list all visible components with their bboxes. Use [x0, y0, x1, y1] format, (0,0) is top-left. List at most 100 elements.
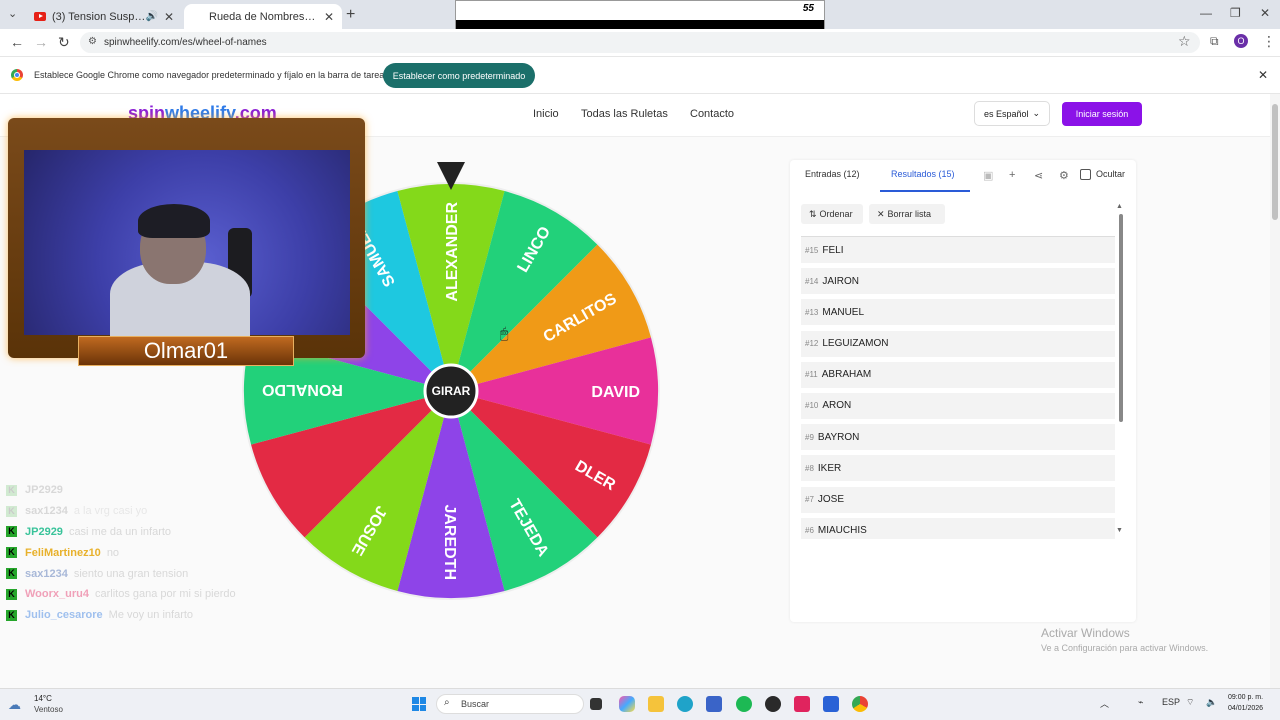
edge-icon[interactable]	[677, 696, 693, 712]
taskbar-search[interactable]: Buscar	[436, 694, 584, 714]
result-number: #7	[805, 495, 814, 504]
chat-username: Woorx_uru4	[25, 588, 89, 601]
nav-todas-ruletas[interactable]: Todas las Ruletas	[581, 108, 668, 120]
result-name: MANUEL	[822, 306, 865, 318]
maximize-button[interactable]: ❐	[1230, 6, 1241, 20]
weather-text[interactable]: Ventoso	[34, 705, 63, 714]
task-view-icon[interactable]	[590, 698, 602, 710]
settings-icon[interactable]: ⚙	[1059, 169, 1069, 182]
result-row: #10 ARON	[801, 392, 1115, 419]
volume-icon[interactable]: 🔈	[1206, 697, 1217, 708]
spin-button-label[interactable]: GIRAR	[432, 384, 471, 398]
store-icon[interactable]	[706, 696, 722, 712]
result-name: ABRAHAM	[821, 369, 872, 381]
tab-entries[interactable]: Entradas (12)	[805, 169, 860, 179]
copilot-icon[interactable]	[619, 696, 635, 712]
set-default-button[interactable]: Establecer como predeterminado	[383, 63, 535, 88]
temperature[interactable]: 14°C	[34, 694, 52, 703]
mouse-cursor-icon: 🖱	[500, 325, 509, 341]
language-indicator[interactable]: ESP	[1162, 697, 1180, 707]
active-tab-indicator	[880, 190, 970, 192]
sort-icon: ⇅	[809, 208, 817, 219]
clock-time[interactable]: 09:00 p. m.	[1228, 694, 1263, 701]
scroll-up-icon[interactable]: ▲	[1116, 203, 1123, 210]
site-info-icon[interactable]: ⚙	[88, 36, 97, 47]
chat-text: carlitos gana por mi si pierdo	[94, 588, 236, 601]
result-number: #12	[805, 339, 819, 349]
list-scroll-thumb[interactable]	[1119, 214, 1123, 422]
result-row: #9 BAYRON	[801, 424, 1115, 451]
banner-number: 55	[802, 3, 814, 14]
activate-windows-subtitle: Ve a Configuración para activar Windows.	[1041, 643, 1209, 653]
hide-checkbox[interactable]	[1080, 169, 1091, 180]
tab-results[interactable]: Resultados (15)	[891, 169, 955, 179]
nav-inicio[interactable]: Inicio	[533, 108, 559, 120]
save-icon[interactable]: ▣	[983, 169, 993, 182]
activate-windows-title: Activar Windows	[1041, 626, 1130, 640]
result-row: #11 ABRAHAM	[801, 361, 1115, 388]
close-tab-icon[interactable]: ✕	[164, 10, 174, 24]
minimize-button[interactable]: —	[1200, 6, 1212, 20]
chat-message: Ksax1234 a la vrg casi yo	[6, 501, 366, 522]
close-icon: ✕	[877, 208, 885, 219]
chat-username: Julio_cesarore	[25, 609, 103, 622]
tab-youtube[interactable]: (3) Tension Suspense Cinem 🔊 ✕	[26, 4, 182, 29]
file-explorer-icon[interactable]	[648, 696, 664, 712]
url-text: spinwheelify.com/es/wheel-of-names	[104, 37, 267, 48]
share-icon[interactable]: ⋖	[1034, 169, 1043, 182]
wheel-segment-label: JAREDTH	[441, 504, 458, 580]
wheel-pointer	[437, 162, 465, 190]
address-bar[interactable]: spinwheelify.com/es/wheel-of-names	[80, 32, 1200, 53]
forward-icon[interactable]: →	[34, 34, 48, 50]
tab-spinwheelify[interactable]: Rueda de Nombres – Selector / ✕	[184, 4, 342, 29]
result-number: #9	[805, 432, 814, 442]
chat-username: JP2929	[25, 525, 63, 538]
close-window-button[interactable]: ✕	[1260, 6, 1270, 20]
hide-label: Ocultar	[1096, 169, 1126, 179]
kick-badge-icon: K	[6, 484, 17, 496]
language-select[interactable]: es Español ⌄	[974, 101, 1050, 126]
result-name: ARON	[822, 400, 852, 412]
back-icon[interactable]: ←	[10, 34, 24, 50]
network-icon[interactable]: ⌁	[1138, 697, 1143, 708]
reload-icon[interactable]: ↻	[58, 34, 70, 51]
chat-username: JP2929	[25, 484, 63, 497]
scroll-down-icon[interactable]: ▼	[1116, 527, 1123, 534]
clock-date[interactable]: 04/01/2026	[1228, 705, 1263, 712]
chrome-taskbar-icon[interactable]	[852, 696, 868, 712]
weather-icon[interactable]: ☁	[8, 697, 21, 713]
tray-chevron-icon[interactable]: ︿	[1100, 697, 1109, 710]
result-row: #12 LEGUIZAMON	[801, 330, 1115, 357]
clear-list-button[interactable]: ✕ Borrar lista	[869, 204, 945, 224]
close-infobar-icon[interactable]: ✕	[1258, 68, 1268, 82]
chat-username: sax1234	[25, 505, 68, 518]
taskbar	[0, 688, 1280, 720]
add-icon[interactable]: +	[1009, 169, 1015, 181]
wifi-icon[interactable]: ⌔	[1186, 697, 1194, 708]
chat-message: Ksax1234 siento una gran tension	[6, 563, 366, 584]
result-name: JAIRON	[822, 275, 860, 287]
chat-username: FeliMartinez10	[25, 546, 101, 559]
tab-search-button[interactable]: ⌄	[8, 7, 17, 20]
obs-icon[interactable]	[765, 696, 781, 712]
sort-button[interactable]: ⇅ Ordenar	[801, 204, 863, 224]
page-scroll-thumb[interactable]	[1272, 104, 1278, 220]
login-button[interactable]: Iniciar sesión	[1062, 102, 1142, 126]
close-tab-icon[interactable]: ✕	[324, 10, 334, 24]
windows-start-icon[interactable]	[412, 697, 426, 711]
bookmark-star-icon[interactable]: ☆	[1178, 33, 1191, 50]
kick-badge-icon: K	[6, 609, 17, 621]
result-row: #7 JOSE	[801, 486, 1115, 513]
extensions-icon[interactable]: ⧉	[1210, 34, 1219, 49]
app-icon[interactable]	[823, 696, 839, 712]
profile-avatar[interactable]: O	[1234, 34, 1248, 48]
tiktok-icon[interactable]	[794, 696, 810, 712]
chat-text: siento una gran tension	[73, 567, 189, 580]
result-name: LEGUIZAMON	[822, 338, 889, 350]
menu-icon[interactable]: ⋮	[1262, 33, 1276, 50]
nav-contacto[interactable]: Contacto	[690, 108, 734, 120]
spotify-icon[interactable]	[736, 696, 752, 712]
kick-badge-icon: K	[6, 505, 17, 517]
new-tab-button[interactable]: +	[346, 6, 355, 24]
kick-badge-icon: K	[6, 588, 17, 600]
